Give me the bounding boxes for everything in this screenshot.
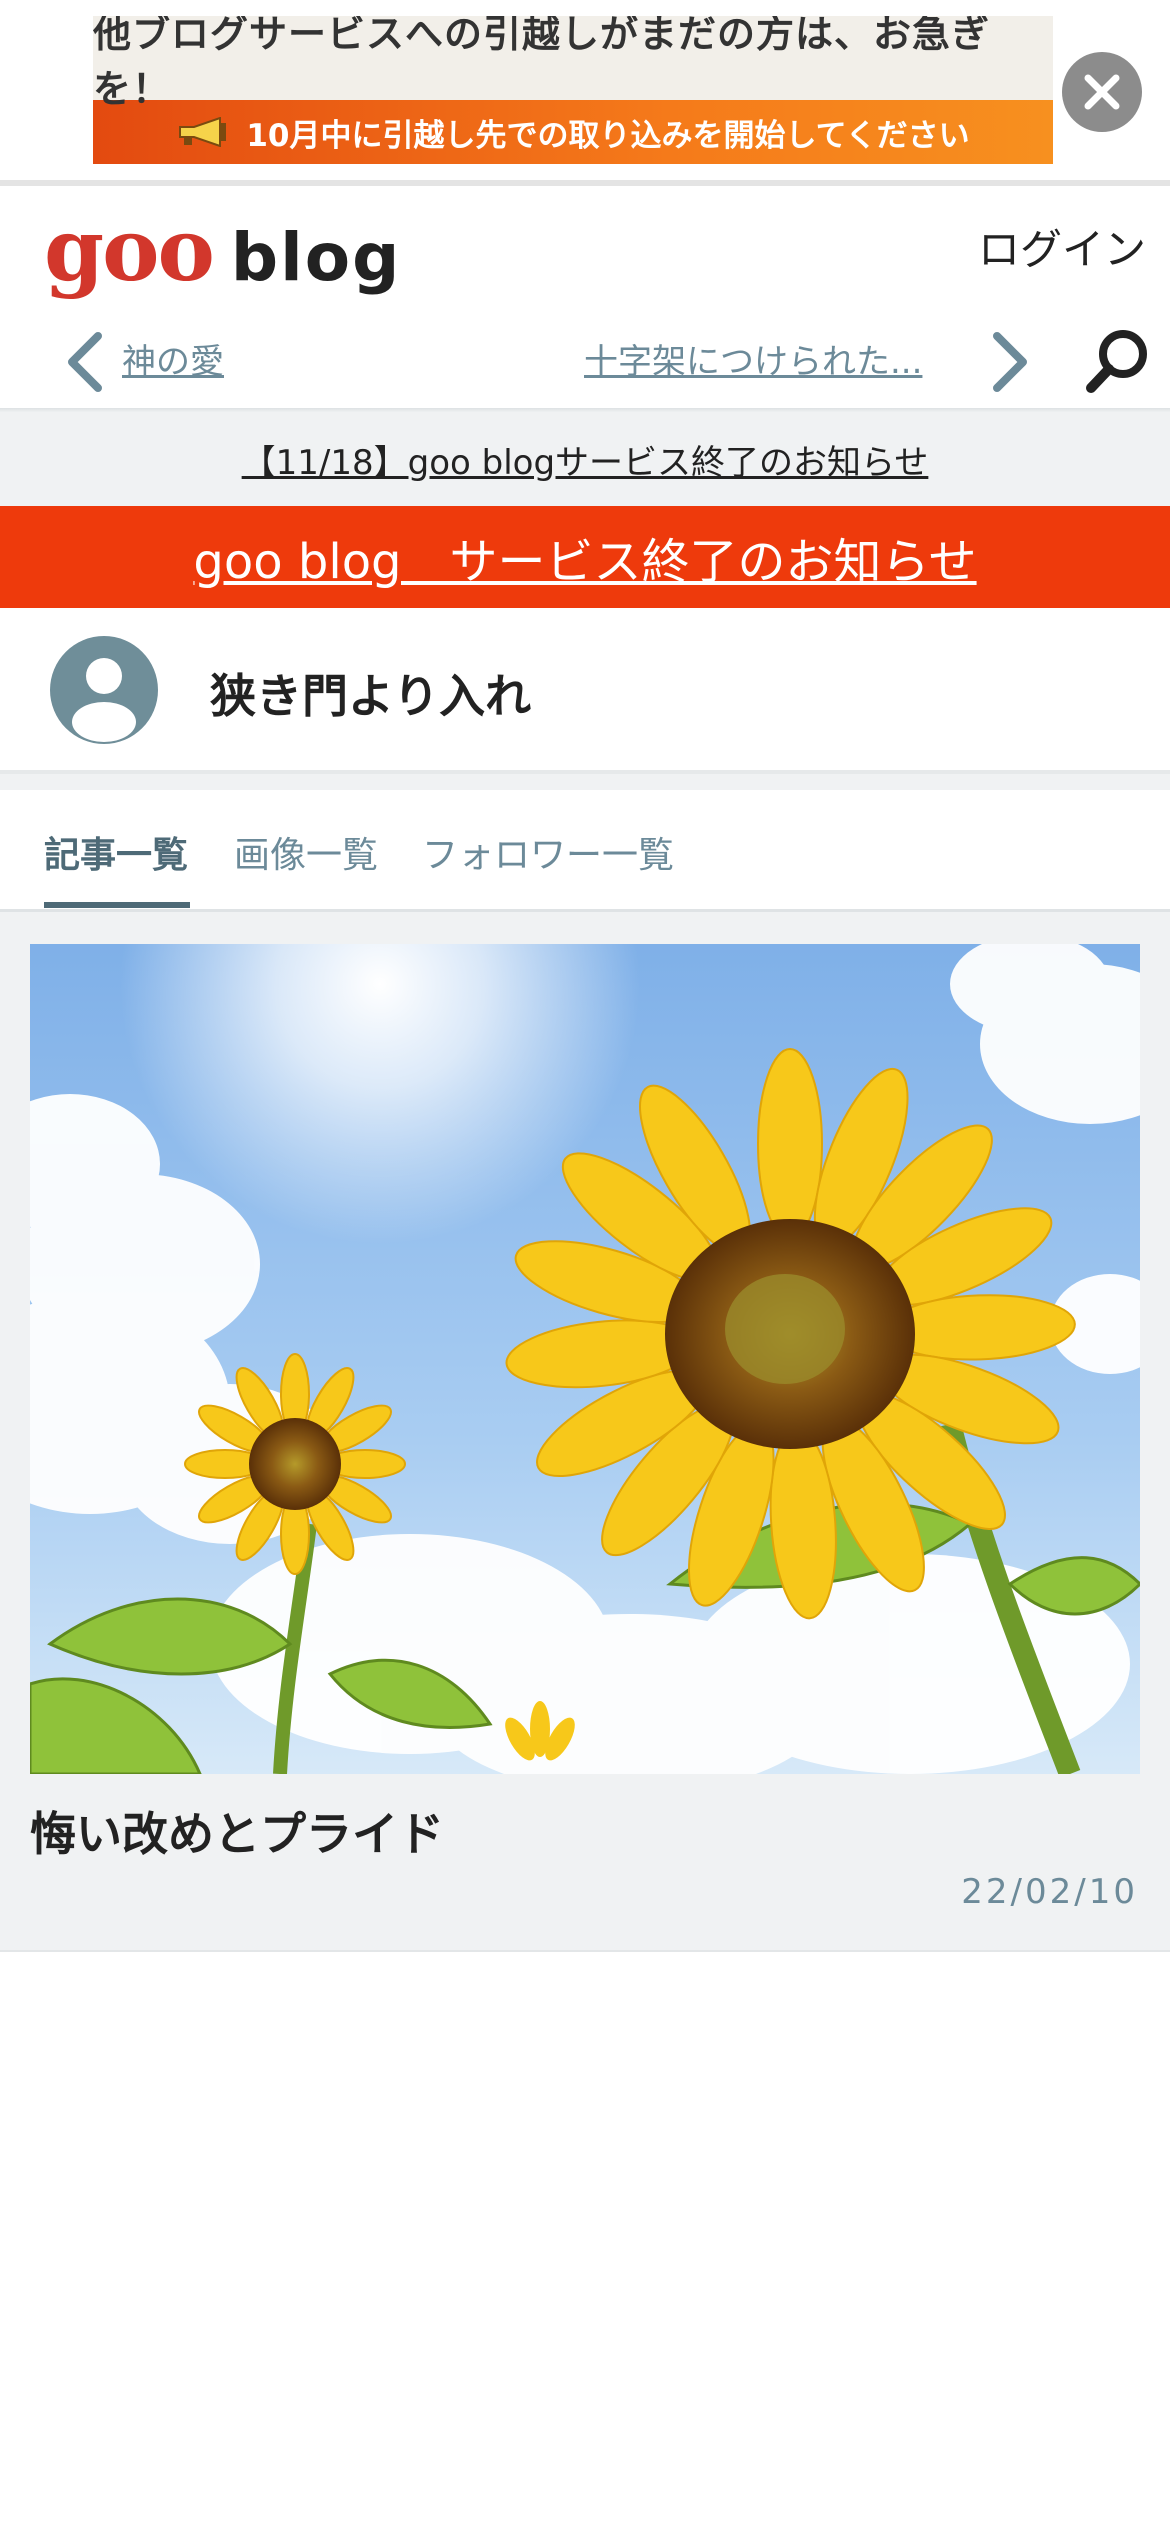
logo-goo: goo (44, 200, 215, 301)
article-date: 22/02/10 (961, 1872, 1138, 1912)
sunflower-sky-image[interactable] (30, 944, 1140, 1774)
search-icon[interactable] (1083, 328, 1151, 396)
close-icon[interactable] (1062, 52, 1142, 132)
article-list-divider (0, 1950, 1170, 1952)
service-end-banner: goo blog サービス終了のお知らせ (0, 506, 1170, 608)
service-notice-bar: 【11/18】goo blogサービス終了のお知らせ (0, 412, 1170, 506)
site-header: goo blog ログイン (0, 186, 1170, 312)
goo-blog-logo[interactable]: goo blog (44, 200, 401, 301)
section-gap (0, 774, 1170, 790)
logo-blog: blog (230, 219, 402, 296)
user-avatar-icon[interactable] (50, 636, 158, 744)
article-list: 悔い改めとプライド 22/02/10 (0, 912, 1170, 1952)
blog-title[interactable]: 狭き門より入れ (210, 660, 531, 726)
login-link[interactable]: ログイン (978, 216, 1146, 277)
ad-area: 他ブログサービスへの引越しがまだの方は、お急ぎを！ 10月中に引越し先での取り込… (0, 0, 1170, 180)
service-notice-link[interactable]: 【11/18】goo blogサービス終了のお知らせ (242, 435, 929, 484)
article-title[interactable]: 悔い改めとプライド (30, 1798, 444, 1864)
chevron-left-icon[interactable] (60, 330, 110, 394)
blog-header: 狭き門より入れ (0, 608, 1170, 774)
post-navigation: 神の愛 十字架につけられた... (0, 312, 1170, 412)
megaphone-icon (176, 116, 230, 148)
ad-line-2: 10月中に引越し先での取り込みを開始してください (246, 117, 970, 154)
next-post-link[interactable]: 十字架につけられた... (584, 334, 944, 383)
blog-tabs: 記事一覧 画像一覧 フォロワー一覧 (0, 790, 1170, 912)
service-end-link[interactable]: goo blog サービス終了のお知らせ (193, 522, 976, 592)
prev-post-link[interactable]: 神の愛 (122, 334, 224, 383)
tab-articles[interactable]: 記事一覧 (44, 826, 188, 878)
active-tab-indicator (44, 902, 190, 908)
ad-line-1: 他ブログサービスへの引越しがまだの方は、お急ぎを！ (93, 16, 1053, 111)
tab-images[interactable]: 画像一覧 (234, 826, 378, 878)
chevron-right-icon[interactable] (985, 330, 1035, 394)
migration-ad-banner[interactable]: 他ブログサービスへの引越しがまだの方は、お急ぎを！ 10月中に引越し先での取り込… (93, 16, 1053, 164)
tab-followers[interactable]: フォロワー一覧 (422, 826, 674, 878)
